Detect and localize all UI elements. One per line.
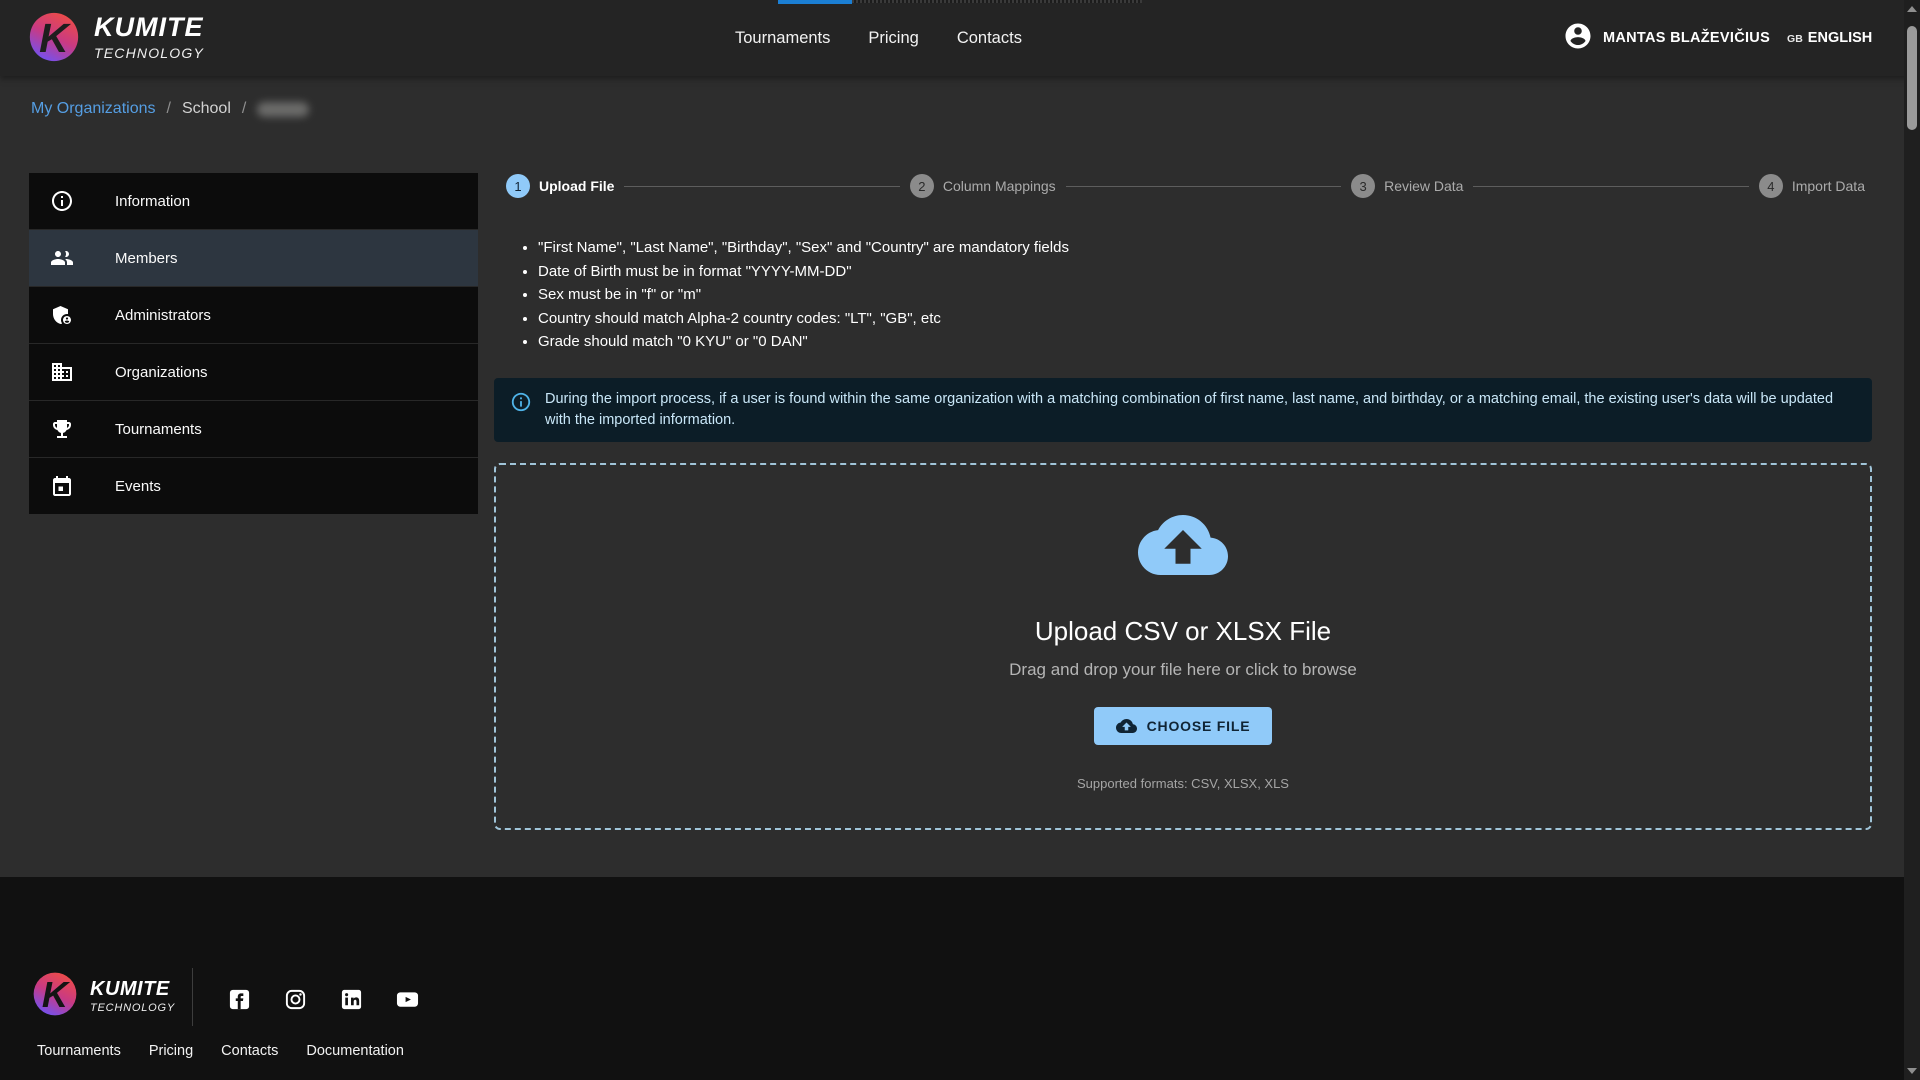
calendar-icon bbox=[50, 474, 74, 498]
step-number: 1 bbox=[506, 174, 530, 198]
user-name: MANTAS BLAŽEVIČIUS bbox=[1603, 30, 1770, 46]
header-bar: K KUMITE TECHNOLOGY Tournaments Pricing … bbox=[0, 0, 1920, 76]
supported-formats-note: Supported formats: CSV, XLSX, XLS bbox=[1077, 776, 1289, 791]
nav-tournaments[interactable]: Tournaments bbox=[735, 29, 830, 48]
linkedin-icon[interactable] bbox=[340, 988, 363, 1011]
building-icon bbox=[50, 360, 74, 384]
breadcrumb-school[interactable]: School bbox=[182, 100, 231, 118]
step-number: 4 bbox=[1759, 174, 1783, 198]
brand-tagline: TECHNOLOGY bbox=[94, 45, 204, 61]
avatar-icon bbox=[1563, 21, 1593, 56]
step-upload-file: 1 Upload File bbox=[506, 174, 614, 198]
youtube-icon[interactable] bbox=[396, 988, 419, 1011]
breadcrumb: My Organizations / School / bbox=[31, 100, 309, 118]
nav-contacts[interactable]: Contacts bbox=[957, 29, 1022, 48]
breadcrumb-redacted-item bbox=[257, 102, 309, 117]
language-code: GB bbox=[1787, 33, 1803, 45]
group-icon bbox=[50, 246, 74, 270]
import-rule: Sex must be in "f" or "m" bbox=[538, 283, 1588, 307]
nav-pricing[interactable]: Pricing bbox=[868, 29, 918, 48]
step-number: 3 bbox=[1351, 174, 1375, 198]
page: K KUMITE TECHNOLOGY Tournaments Pricing … bbox=[0, 0, 1920, 1080]
trophy-icon bbox=[50, 417, 74, 441]
scrollbar-up-arrow[interactable] bbox=[1907, 6, 1917, 12]
footer-link-pricing[interactable]: Pricing bbox=[149, 1043, 193, 1059]
sidebar-item-events[interactable]: Events bbox=[29, 458, 478, 514]
language-label: ENGLISH bbox=[1808, 30, 1872, 46]
scrollbar-down-arrow[interactable] bbox=[1907, 1068, 1917, 1074]
user-menu[interactable]: MANTAS BLAŽEVIČIUS GB ENGLISH bbox=[1563, 0, 1872, 76]
choose-file-button[interactable]: CHOOSE FILE bbox=[1094, 707, 1273, 745]
sidebar-item-label: Events bbox=[115, 478, 161, 495]
footer-link-tournaments[interactable]: Tournaments bbox=[37, 1043, 121, 1059]
import-rule: Date of Birth must be in format "YYYY-MM… bbox=[538, 260, 1588, 284]
step-label: Column Mappings bbox=[943, 178, 1056, 194]
footer-link-documentation[interactable]: Documentation bbox=[306, 1043, 404, 1059]
step-connector bbox=[1066, 186, 1341, 187]
instagram-icon[interactable] bbox=[284, 988, 307, 1011]
breadcrumb-separator: / bbox=[167, 100, 171, 118]
sidebar-item-members[interactable]: Members bbox=[29, 230, 478, 287]
svg-text:K: K bbox=[42, 974, 71, 1015]
import-rule: Grade should match "0 KYU" or "0 DAN" bbox=[538, 330, 1588, 354]
step-import-data: 4 Import Data bbox=[1759, 174, 1865, 198]
import-info-alert: During the import process, if a user is … bbox=[494, 378, 1872, 442]
file-dropzone[interactable]: Upload CSV or XLSX File Drag and drop yo… bbox=[494, 463, 1872, 830]
page-scrollbar bbox=[1904, 0, 1920, 1080]
cloud-upload-icon bbox=[1116, 719, 1137, 733]
step-number: 2 bbox=[910, 174, 934, 198]
info-icon bbox=[510, 391, 532, 413]
sidebar-item-label: Information bbox=[115, 193, 190, 210]
cloud-upload-icon bbox=[1138, 515, 1228, 580]
sidebar-item-label: Members bbox=[115, 250, 178, 267]
footer-brand-name: KUMITE bbox=[90, 979, 175, 999]
step-connector bbox=[624, 186, 899, 187]
breadcrumb-separator: / bbox=[242, 100, 246, 118]
choose-file-button-label: CHOOSE FILE bbox=[1147, 718, 1251, 734]
facebook-icon[interactable] bbox=[228, 988, 251, 1011]
step-label: Review Data bbox=[1384, 178, 1463, 194]
main-nav: Tournaments Pricing Contacts bbox=[735, 0, 1022, 76]
brand-logo[interactable]: K KUMITE TECHNOLOGY bbox=[28, 11, 204, 63]
kumite-logo-icon: K bbox=[32, 971, 78, 1022]
footer-social-links bbox=[228, 988, 419, 1011]
footer-divider bbox=[192, 968, 193, 1026]
step-column-mappings: 2 Column Mappings bbox=[910, 174, 1056, 198]
step-review-data: 3 Review Data bbox=[1351, 174, 1463, 198]
footer-link-contacts[interactable]: Contacts bbox=[221, 1043, 278, 1059]
kumite-logo-icon: K bbox=[28, 11, 80, 63]
page-load-progress-track bbox=[852, 0, 1142, 3]
sidebar-item-information[interactable]: Information bbox=[29, 173, 478, 230]
language-selector[interactable]: GB ENGLISH bbox=[1787, 30, 1872, 46]
sidebar-item-administrators[interactable]: Administrators bbox=[29, 287, 478, 344]
dropzone-subtitle: Drag and drop your file here or click to… bbox=[1009, 660, 1357, 680]
dropzone-title: Upload CSV or XLSX File bbox=[1035, 616, 1331, 647]
import-stepper: 1 Upload File 2 Column Mappings 3 Review… bbox=[506, 173, 1865, 199]
footer-nav-links: Tournaments Pricing Contacts Documentati… bbox=[37, 1043, 404, 1059]
step-connector bbox=[1473, 186, 1748, 187]
admin-shield-icon bbox=[50, 303, 74, 327]
page-load-progress bbox=[778, 0, 852, 4]
sidebar-item-label: Tournaments bbox=[115, 421, 202, 438]
footer-brand-tagline: TECHNOLOGY bbox=[90, 1002, 175, 1014]
svg-text:K: K bbox=[39, 15, 71, 61]
sidebar-item-organizations[interactable]: Organizations bbox=[29, 344, 478, 401]
breadcrumb-my-organizations[interactable]: My Organizations bbox=[31, 100, 156, 118]
org-sidebar: Information Members Administrators Organ… bbox=[29, 173, 478, 514]
import-rule: "First Name", "Last Name", "Birthday", "… bbox=[538, 236, 1588, 260]
import-rule: Country should match Alpha-2 country cod… bbox=[538, 307, 1588, 331]
sidebar-item-label: Organizations bbox=[115, 364, 208, 381]
step-label: Upload File bbox=[539, 178, 614, 194]
scrollbar-thumb[interactable] bbox=[1907, 26, 1917, 130]
footer-brand-logo[interactable]: K KUMITE TECHNOLOGY bbox=[32, 971, 175, 1022]
import-rules-list: "First Name", "Last Name", "Birthday", "… bbox=[518, 236, 1588, 354]
brand-name: KUMITE bbox=[94, 14, 204, 41]
info-alert-text: During the import process, if a user is … bbox=[545, 389, 1856, 431]
footer: K KUMITE TECHNOLOGY bbox=[0, 877, 1920, 1080]
step-label: Import Data bbox=[1792, 178, 1865, 194]
sidebar-item-label: Administrators bbox=[115, 307, 211, 324]
info-icon bbox=[50, 189, 74, 213]
sidebar-item-tournaments[interactable]: Tournaments bbox=[29, 401, 478, 458]
